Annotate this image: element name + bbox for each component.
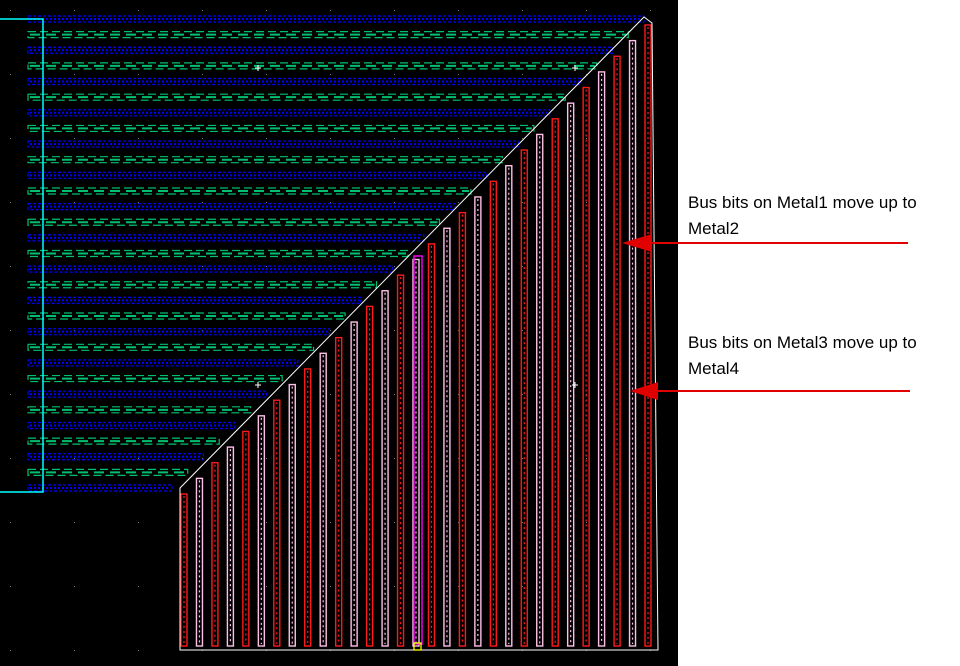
metal4-track	[226, 446, 235, 647]
layout-canvas[interactable]	[0, 0, 678, 666]
vertical-bus-tracks	[180, 24, 652, 647]
annotation-arrow-metal1	[622, 234, 908, 252]
bus-routing-layout[interactable]	[0, 0, 678, 666]
annotation-metal3-to-metal4: Bus bits on Metal3 move up to Metal4	[688, 333, 917, 378]
cross-marker	[255, 382, 261, 388]
grid-dots	[10, 10, 651, 651]
metal3-track	[27, 312, 346, 320]
metal4-track	[536, 133, 544, 647]
cell-outline	[0, 18, 44, 493]
metal1-track	[27, 140, 519, 148]
metal1-track	[27, 171, 488, 179]
metal2-track	[427, 243, 436, 647]
metal2-track	[396, 274, 405, 647]
annotation-arrow-metal3	[630, 382, 910, 400]
highlighted-track	[413, 255, 423, 645]
metal4-track	[257, 415, 266, 647]
metal3-track	[27, 406, 252, 414]
cross-marker	[572, 382, 578, 388]
metal4-track	[566, 102, 575, 647]
metal3-track	[27, 218, 441, 226]
